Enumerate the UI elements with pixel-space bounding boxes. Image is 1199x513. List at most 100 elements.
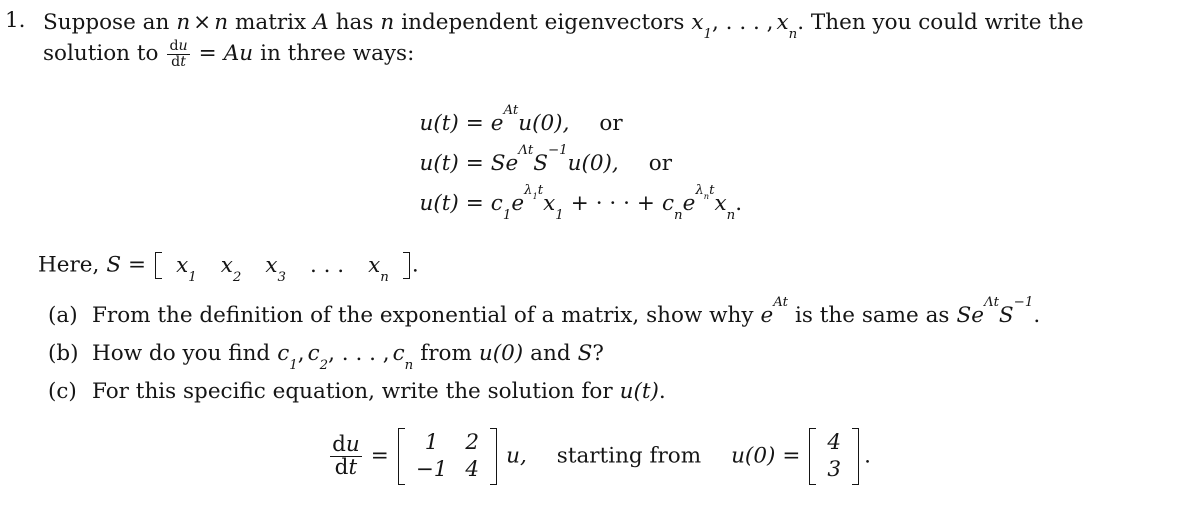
subpart-label: (a) (48, 303, 78, 328)
equation-3: u(t) = c1eλ1tx1 + · · · + cneλntxn. (0, 182, 1199, 224)
var-n: n (176, 10, 191, 35)
row-vector-S: x1 x2 x3 . . . xn (155, 252, 410, 286)
question-mark: ? (592, 341, 604, 366)
eigenvector-xn: xn (714, 191, 736, 224)
subpart-text: For this specific equation, write the so… (92, 379, 666, 404)
statement-text: in three ways: (260, 40, 415, 66)
matrix-cell: 4 (465, 457, 480, 483)
exponent-lambda-t: Λt (983, 294, 999, 310)
var-n: n (380, 10, 395, 35)
subpart-c: (c) For this specific equation, write the… (48, 373, 1188, 411)
var-u: u, (506, 443, 527, 469)
period: . (735, 191, 743, 216)
matrix-S: S (106, 252, 122, 278)
subpart-text: How do you find c1, c2, . . . , cn from u(0) a… (92, 341, 604, 374)
equals-symbol: = (465, 191, 484, 216)
coefficient-c1: c1 (490, 191, 512, 224)
plus-symbol: + (636, 191, 655, 216)
problem-statement: Suppose an n × n matrix Ahas n independent eige… (43, 8, 1195, 70)
equals-symbol: = (128, 252, 147, 278)
subpart-label: (c) (48, 379, 77, 404)
initial-condition-u0: u(0), (567, 151, 619, 176)
period: . (1033, 303, 1041, 328)
equation-1: u(t) = eAtu(0), or (0, 102, 1199, 144)
statement-text: matrix (235, 10, 307, 35)
problem-subparts: (a) From the definition of the exponentia… (48, 294, 1188, 411)
vector-cell: 4 (827, 430, 842, 455)
problem-1: 1. Suppose an n × n matrix Ahas n independent e… (5, 8, 1195, 70)
matrix-S: S (577, 341, 593, 366)
subpart-text: From the definition of the exponential o… (92, 294, 1041, 328)
exponential-e: e (760, 303, 774, 328)
matrix-S: S (490, 151, 506, 176)
exponential-e: e (490, 111, 504, 136)
matrix-cell: −1 (415, 457, 448, 483)
coefficient-cn: cn (661, 191, 683, 224)
equation-lhs: u(t) (419, 151, 459, 176)
matrix-S: S (956, 303, 972, 328)
equals-symbol: = (465, 111, 484, 136)
displayed-equations: u(t) = eAtu(0), or u(t) = SeΛtS−1u(0), or u(t)… (0, 102, 1199, 224)
statement-text: . Then you could write the (797, 10, 1084, 35)
vector-entry: xn (368, 253, 389, 286)
starting-from-text: starting from (556, 443, 702, 469)
coefficient-c1: c1 (277, 341, 298, 374)
matrix-S-inverse: S−1 (998, 294, 1034, 328)
matrix-cell: 2 (465, 430, 480, 455)
period: . (658, 379, 666, 404)
exponent-lambdan-t: λnt (695, 182, 715, 202)
var-n: n (214, 10, 229, 35)
plus-symbol: + (570, 191, 589, 216)
exponential-e: e (511, 191, 525, 216)
ellipsis: , . . . , (711, 10, 774, 35)
period: . (864, 443, 871, 469)
conjunction-or: or (648, 151, 672, 176)
matrix-S-inverse: S−1 (533, 142, 568, 176)
statement-text: solution to (43, 40, 159, 66)
conjunction-or: or (599, 111, 623, 136)
statement-text: Suppose an (43, 10, 170, 35)
derivative-du-dt: du dt (330, 431, 362, 481)
subpart-label: (b) (48, 341, 79, 366)
statement-line-1: Suppose an n × n matrix Ahas n independent eige… (43, 8, 1195, 43)
equation-lhs: u(t) (419, 191, 459, 216)
matrix-S-definition: Here, S = x1 x2 x3 . . . xn . (38, 252, 419, 286)
period: . (411, 252, 419, 278)
subpart-b: (b) How do you find c1, c2, . . . , cn from u(… (48, 335, 1188, 373)
vector-entry: x1 (176, 253, 197, 286)
eigenvector-x1: x1 (543, 191, 564, 224)
exponential-e: e (505, 151, 519, 176)
equals-symbol: = (370, 443, 389, 469)
coefficient-cn: cn (392, 341, 414, 374)
vector-cell: 3 (827, 457, 842, 483)
initial-condition-u0: u(0) (478, 341, 524, 366)
times-symbol: × (193, 10, 212, 35)
here-prefix: Here, (38, 252, 100, 278)
subpart-a: (a) From the definition of the exponentia… (48, 294, 1188, 335)
vector-entry: x2 (220, 253, 242, 286)
exponent-lambda-t: Λt (518, 142, 534, 158)
ellipsis: · · · (595, 191, 630, 216)
initial-condition-u0: u(0) (731, 443, 776, 469)
expression-Au: Au (223, 40, 254, 66)
equation-lhs: u(t) (419, 111, 459, 136)
eigenvector-xn: xn (776, 10, 798, 43)
ellipsis: , . . . , (328, 341, 390, 366)
initial-condition-u0: u(0), (518, 111, 570, 136)
problem-number: 1. (5, 8, 26, 33)
document-page: 1. Suppose an n × n matrix Ahas n independent e… (0, 0, 1199, 513)
statement-text: independent eigenvectors (401, 10, 685, 35)
vector-ellipsis: . . . (309, 253, 345, 278)
eigenvector-x1: x1 (691, 10, 712, 43)
coefficient-matrix-A: 1 2 −1 4 (397, 428, 498, 485)
solution-ut: u(t) (619, 379, 659, 404)
equals-symbol: = (198, 40, 217, 66)
matrix-cell: 1 (424, 430, 439, 455)
final-matrix-equation: du dt = 1 2 −1 4 u, starting from u(0) = 4 3 … (0, 428, 1199, 485)
equals-symbol: = (465, 151, 484, 176)
exponent-At: At (503, 102, 519, 118)
derivative-du-dt: du dt (167, 38, 190, 70)
coefficient-c2: c2 (307, 341, 329, 374)
exponent-At: At (773, 294, 789, 310)
equals-symbol: = (782, 443, 801, 469)
